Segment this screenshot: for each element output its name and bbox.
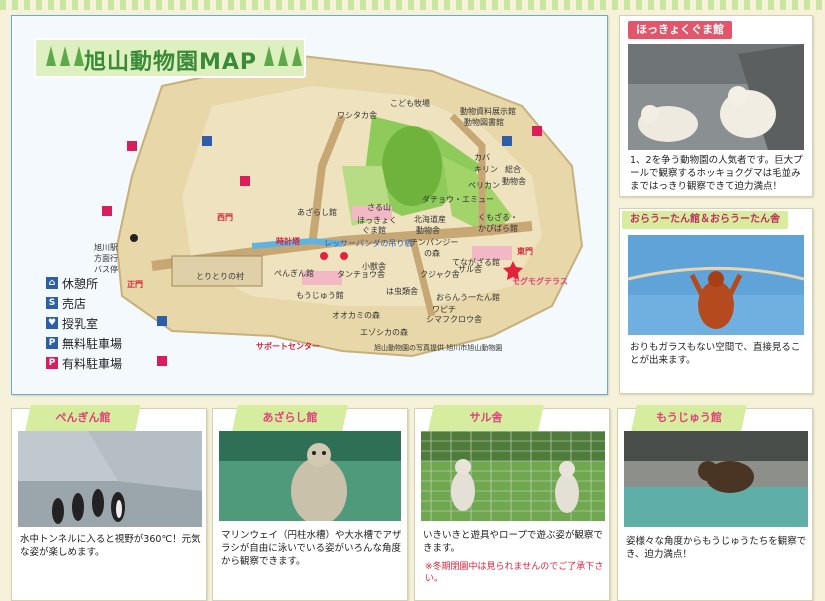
legend-row: S 売店 <box>46 293 122 313</box>
map-label-wapichi[interactable]: ワピチ <box>432 306 456 314</box>
map-label-asahikawa1: 旭川駅 <box>94 243 118 252</box>
tree-icon <box>278 46 288 66</box>
seal-tag[interactable]: あざらし館 <box>232 405 348 431</box>
map-credit: 旭山動物園の写真提供 旭川市旭山動物園 <box>374 344 503 352</box>
legend-row: P 無料駐車場 <box>46 333 122 353</box>
map-label-chimp2: の森 <box>424 249 440 258</box>
map-label-shiryo[interactable]: 動物資料展示館 <box>460 108 516 116</box>
map-label-capybara: かぴばら館 <box>478 224 518 233</box>
decorative-top-strip <box>0 0 825 10</box>
tree-icon <box>264 46 274 66</box>
seal-tag-label: あざらし館 <box>262 411 318 424</box>
map-label-hokkyoku2: ぐま館 <box>362 226 386 235</box>
map-label-penguin[interactable]: ぺんぎん館 <box>274 270 314 278</box>
map-label-support[interactable]: サポートセンター <box>256 343 320 351</box>
map-label-saruyama[interactable]: さる山 <box>367 204 391 212</box>
polar-bear-photo[interactable] <box>628 44 804 150</box>
map-label-kirin[interactable]: キリン <box>474 166 498 174</box>
monkey-tag[interactable]: サル舎 <box>428 405 544 431</box>
map-label-torinomura[interactable]: とりとりの村 <box>196 273 244 281</box>
map-label-kaba[interactable]: カバ <box>474 154 490 162</box>
map-label-hokkaido2: 動物舎 <box>416 226 440 235</box>
monkey-caption: いきいきと遊具やロープで遊ぶ姿が観察できます。 <box>423 530 603 554</box>
map-label-higashimon[interactable]: 東門 <box>517 248 533 256</box>
map-label-seimon[interactable]: 正門 <box>127 281 143 289</box>
map-label-kodomo[interactable]: こども牧場 <box>390 100 430 108</box>
legend-label: 無料駐車場 <box>62 336 123 351</box>
map-label-kujaku[interactable]: クジャク舎 <box>420 271 460 279</box>
map-label-tokei[interactable]: 時計塔 <box>276 238 300 246</box>
legend-row: P 有料駐車場 <box>46 353 122 373</box>
monkey-photo[interactable] <box>421 431 605 521</box>
map-label-dachou[interactable]: ダチョウ・エミュー <box>422 196 494 204</box>
legend-label: 授乳室 <box>62 316 99 331</box>
monkey-tag-label: サル舎 <box>469 411 503 424</box>
carnivore-tag[interactable]: もうじゅう館 <box>631 405 747 431</box>
rest-icon: ⌂ <box>46 277 58 289</box>
map-label-ookami[interactable]: オオカミの森 <box>332 312 380 320</box>
legend-label: 休憩所 <box>62 276 99 291</box>
map-label-lesser-panda[interactable]: レッサーパンダの吊り橋 <box>324 240 412 248</box>
penguin-tag[interactable]: ぺんぎん館 <box>25 405 141 431</box>
polar-bear-caption: 1、2を争う動物園の人気者です。巨大プールで観察するホッキョクグマは毛並みまでは… <box>630 155 803 192</box>
polar-bear-card[interactable]: ほっきょくぐま館 1、2を争う動物園の人気者です。巨大プールで観察するホッキョク… <box>619 15 813 197</box>
map-label-nishimon[interactable]: 西門 <box>217 214 233 222</box>
paid-parking-icon: P <box>46 357 58 369</box>
orangutan-tag[interactable]: おらうーたん館＆おらうーたん舎 <box>622 211 788 229</box>
map-label-shimafukuro[interactable]: シマフクロウ舎 <box>426 316 482 324</box>
legend-row: ♥ 授乳室 <box>46 313 122 333</box>
penguin-tag-label: ぺんぎん館 <box>55 411 111 424</box>
map-label-mojuu[interactable]: もうじゅう館 <box>296 292 344 300</box>
map-label-saru[interactable]: サル舎 <box>458 266 482 274</box>
legend-label: 売店 <box>62 296 87 311</box>
free-parking-icon: P <box>46 337 58 349</box>
carnivore-card[interactable]: もうじゅう館 姿様々な角度からもうじゅうたちを観察でき、迫力満点！ <box>617 405 813 601</box>
map-label-ezoshika[interactable]: エゾシカの森 <box>360 329 408 337</box>
legend-row: ⌂ 休憩所 <box>46 273 122 293</box>
map-label-sogo[interactable]: 総合 <box>505 166 521 174</box>
carnivore-photo[interactable] <box>624 431 808 527</box>
map-label-azarashi[interactable]: あざらし館 <box>297 209 337 217</box>
penguin-photo[interactable] <box>18 431 202 527</box>
map-label-hokkyoku[interactable]: ほっきょく <box>357 217 397 225</box>
orangutan-photo[interactable] <box>628 235 804 335</box>
tree-icon <box>74 46 84 66</box>
carnivore-tag-label: もうじゅう館 <box>656 411 722 424</box>
map-label-sogo2: 動物舎 <box>502 177 526 186</box>
seal-card[interactable]: あざらし館 マリンウェイ（円柱水槽）や大水槽でアザラシが自由に泳いでいる姿がいろ… <box>212 405 408 601</box>
map-label-asahikawa2: 方面行 <box>94 254 118 263</box>
map-label-hachurui[interactable]: は虫類舎 <box>386 288 418 296</box>
map-label-washitaka[interactable]: ワシタカ舎 <box>337 112 377 120</box>
monkey-card[interactable]: サル舎 いきいきと遊具やロープで遊ぶ姿が観察できます。 ※冬期閉園中は見られませ… <box>414 405 610 601</box>
map-title: 旭山動物園MAP <box>84 50 258 75</box>
nursing-icon: ♥ <box>46 317 58 329</box>
orangutan-card[interactable]: おらうーたん館＆おらうーたん舎 おりもガラスもない空間で、直接見ることが出来ます… <box>619 208 813 394</box>
tree-icon <box>60 46 70 66</box>
tree-icon <box>46 46 56 66</box>
map-label-oran[interactable]: おらんう一たん館 <box>436 294 500 302</box>
penguin-caption: 水中トンネルに入ると視野が360℃！元気な姿が楽しめます。 <box>20 534 201 558</box>
map-label-pelican[interactable]: ペリカン <box>468 182 500 190</box>
legend-label: 有料駐車場 <box>62 356 123 371</box>
map-legend: ⌂ 休憩所 S 売店 ♥ 授乳室 P 無料駐車場 P 有料駐車場 <box>46 273 122 373</box>
orangutan-caption: おりもガラスもない空間で、直接見ることが出来ます。 <box>630 342 801 366</box>
seal-caption: マリンウェイ（円柱水槽）や大水槽でアザラシが自由に泳いでいる姿がいろんな角度から… <box>221 530 402 567</box>
map-label-tosho[interactable]: 動物図書館 <box>464 119 504 127</box>
map-label-kumozaru[interactable]: くもざる・ <box>478 214 518 222</box>
map-label-hokkaido[interactable]: 北海道産 <box>414 216 446 224</box>
map-label-mogumogu[interactable]: モグモグテラス <box>512 278 568 286</box>
tree-icon <box>292 46 302 66</box>
penguin-card[interactable]: ぺんぎん館 水中トンネルに入ると視野が360℃！元気な姿が楽しめます。 <box>11 405 207 601</box>
map-label-chimp[interactable]: チンパンジー <box>410 239 458 247</box>
monkey-winter-note: ※冬期閉園中は見られませんのでご了承下さい。 <box>425 562 604 584</box>
polar-bear-tag[interactable]: ほっきょくぐま館 <box>628 21 732 39</box>
seal-photo[interactable] <box>219 431 401 521</box>
zoo-map-panel: 旭山動物園MAP こども牧場 ワシタカ舎 動物資料展示館 動物図書館 カバ キリ… <box>11 15 608 395</box>
shop-icon: S <box>46 297 58 309</box>
map-label-tanchou[interactable]: タンチョウ舎 <box>337 271 385 279</box>
carnivore-caption: 姿様々な角度からもうじゅうたちを観察でき、迫力満点！ <box>626 536 807 560</box>
